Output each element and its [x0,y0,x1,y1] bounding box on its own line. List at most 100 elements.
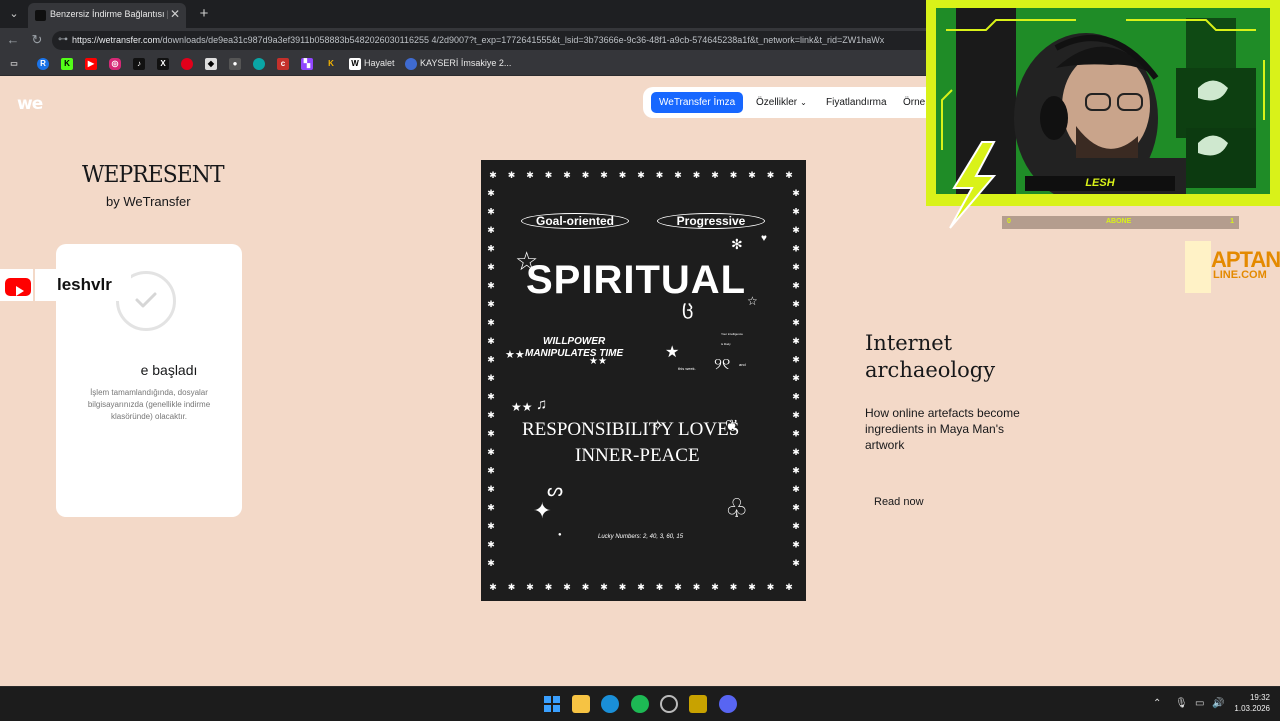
bookmark-diamond-icon[interactable]: ◆ [205,58,217,70]
wetransfer-imza-button[interactable]: WeTransfer İmza [651,92,744,113]
border-star: ✱ [792,558,800,568]
butterfly-icon: ❦ [725,418,739,435]
read-now-link[interactable]: Read now [874,496,924,508]
artwork-small-text-3: this week. [678,366,696,371]
article-title[interactable]: Internet archaeology [865,330,1045,384]
border-star: ✱ [792,484,800,494]
nav-features-label: Özellikler [756,97,798,108]
bookmark-github-icon[interactable]: ● [229,58,241,70]
border-star: ✱ [489,582,497,592]
border-star: ✱ [792,336,800,346]
small-star-icon: ☆ [747,294,758,308]
border-star: ✱ [487,225,495,235]
border-star: ✱ [619,582,627,592]
bookmark-instagram-icon[interactable]: ◎ [109,58,121,70]
panel-description: İşlem tamamlandığında, dosyalar bilgisay… [87,388,211,421]
border-star: ✱ [508,582,516,592]
file-explorer-icon[interactable] [572,695,590,713]
bookmark-twitch-icon[interactable]: ▚ [301,58,313,70]
music-note-icon: ♫ [536,396,548,413]
border-star: ✱ [487,188,495,198]
border-star: ✱ [526,170,534,180]
border-star: ✱ [792,281,800,291]
border-star: ✱ [487,429,495,439]
apps-icon[interactable]: ▭ [8,58,20,70]
bow-icon: ୨୧ [714,356,731,373]
clock-date: 1.03.2026 [1234,704,1270,713]
border-star: ✱ [785,170,793,180]
nav-examples[interactable]: Örne [903,97,925,108]
back-arrow-icon[interactable]: ← [4,31,22,49]
microphone-icon[interactable]: 🎙 [1175,698,1188,709]
wepresent-title[interactable]: WEPRESENT [82,162,225,188]
league-client-icon[interactable] [689,695,707,713]
border-star: ✱ [792,355,800,365]
border-star: ✱ [792,392,800,402]
border-star: ✱ [674,170,682,180]
streamer-name-plate: LESH [1025,176,1175,191]
bookmark-k-icon[interactable]: K [325,58,337,70]
obs-icon[interactable] [660,695,678,713]
pill-progressive: Progressive [657,213,765,229]
spotify-icon[interactable] [631,695,649,713]
bookmark-kayseri-icon [405,58,417,70]
article-description: How online artefacts become ingredients … [865,406,1020,452]
bookmark-x-icon[interactable]: X [157,58,169,70]
border-star: ✱ [487,521,495,531]
border-star: ✱ [545,582,553,592]
bookmark-red-icon[interactable] [181,58,193,70]
artwork-small-text-1: Your intelligence [721,332,743,336]
border-star: ✱ [600,170,608,180]
border-star: ✱ [487,244,495,254]
border-star: ✱ [487,299,495,309]
border-star: ✱ [792,447,800,457]
border-star: ✱ [526,582,534,592]
border-star: ✱ [487,410,495,420]
border-star: ✱ [792,410,800,420]
featured-artwork[interactable]: ✱ ✱ ✱ ✱ ✱ ✱ ✱ ✱ ✱ ✱ ✱ ✱ ✱ ✱ ✱ ✱ ✱ ✱ ✱ ✱ ✱ ✱ ✱ ✱ ✱ ✱ ✱ ✱ ✱ ✱ ✱ ✱ ✱ ✱ ✱ ✱ ✱ ✱ ✱ ✱… [481,160,806,601]
lightning-bolt-icon [949,141,997,229]
site-info-icon[interactable]: ⊶ [58,34,68,45]
nav-features[interactable]: Özellikler ⌄ [756,97,807,108]
border-star: ✱ [792,262,800,272]
border-star: ✱ [693,170,701,180]
twin-stars-icon: ★★ [505,349,525,361]
tab-close-icon[interactable]: ✕ [170,7,180,21]
wetransfer-logo[interactable]: we [17,94,43,114]
bookmark-tiktok-icon[interactable]: ♪ [133,58,145,70]
border-star: ✱ [489,170,497,180]
artwork-line-responsibility: RESPONSIBILITY LOVES [522,419,740,440]
bookmark-hayalet-label[interactable]: Hayalet [364,58,395,68]
border-star: ✱ [792,466,800,476]
border-star: ✱ [487,540,495,550]
border-star: ✱ [693,582,701,592]
artwork-line-innerpeace: INNER-PEACE [575,445,700,466]
browser-tab[interactable]: Benzersiz İndirme Bağlantısı | WeTr ✕ [28,3,186,28]
tray-chevron-up-icon[interactable]: ⌃ [1153,698,1161,709]
border-star: ✱ [785,582,793,592]
edge-browser-icon[interactable] [601,695,619,713]
bookmark-r-icon[interactable]: R [37,58,49,70]
bookmark-c-icon[interactable]: c [277,58,289,70]
url-text: https://wetransfer.com/downloads/de9ea31… [72,35,942,45]
windows-start-icon[interactable] [543,695,561,713]
bookmark-kick-icon[interactable]: K [61,58,73,70]
bookmark-youtube-icon[interactable]: ▶ [85,58,97,70]
border-star: ✱ [545,170,553,180]
tab-search-chevron-icon[interactable]: ⌄ [4,4,24,24]
border-star: ✱ [487,447,495,457]
reload-icon[interactable]: ↻ [28,31,46,49]
bookmark-teal-icon[interactable] [253,58,265,70]
taskbar: ⌃ 🎙 ▭ 🔊 19:32 1.03.2026 [0,686,1280,721]
bookmark-kayseri-label[interactable]: KAYSERİ İmsakiye 2... [420,58,511,68]
border-star: ✱ [730,582,738,592]
address-bar[interactable]: ⊶ https://wetransfer.com/downloads/de9ea… [52,31,952,50]
border-star: ✱ [487,281,495,291]
network-icon[interactable]: ▭ [1195,698,1204,709]
new-tab-button[interactable]: + [194,4,214,24]
pill-goal-oriented: Goal-oriented [521,213,629,229]
nav-pricing[interactable]: Fiyatlandırma [826,97,887,108]
system-clock[interactable]: 19:32 1.03.2026 [1220,692,1270,714]
knot-icon: ც [682,297,694,319]
discord-icon[interactable] [719,695,737,713]
